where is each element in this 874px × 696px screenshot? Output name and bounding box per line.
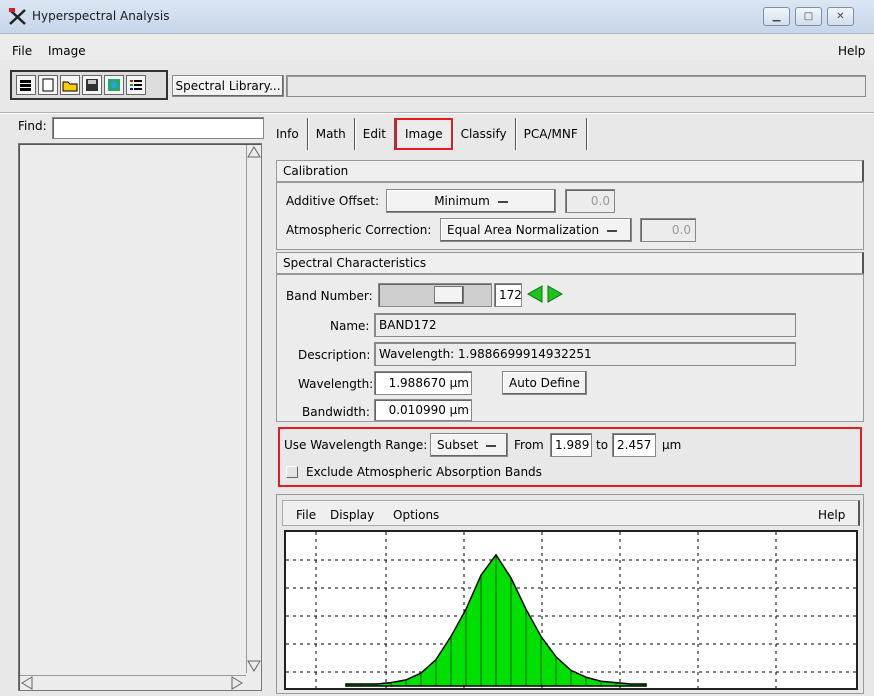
- tab-pca-mnf[interactable]: PCA/MNF: [516, 118, 587, 150]
- maximize-button[interactable]: □: [795, 7, 822, 26]
- menu-file[interactable]: File: [12, 44, 32, 58]
- additive-offset-value: Minimum: [434, 194, 490, 208]
- wavelength-range-mode: Subset: [437, 438, 479, 452]
- list-icon: [130, 80, 142, 90]
- spectral-characteristics-header: Spectral Characteristics: [276, 252, 864, 274]
- find-label: Find:: [18, 119, 47, 133]
- open-folder-tool-button[interactable]: [60, 75, 80, 95]
- find-input[interactable]: [52, 117, 264, 139]
- description-label: Description:: [298, 348, 371, 362]
- tab-info[interactable]: Info: [268, 118, 308, 150]
- tab-math[interactable]: Math: [308, 118, 355, 150]
- spectral-library-button[interactable]: Spectral Library...: [172, 75, 284, 97]
- exclude-absorption-checkbox[interactable]: [286, 466, 298, 478]
- plot-menu-file[interactable]: File: [296, 508, 316, 522]
- menu-help[interactable]: Help: [838, 44, 865, 58]
- open-folder-icon: [62, 81, 78, 92]
- calibration-header: Calibration: [276, 160, 864, 182]
- range-unit: µm: [662, 438, 682, 452]
- save-icon: [86, 79, 98, 91]
- list-tool-button[interactable]: [126, 75, 146, 95]
- band-slider-thumb[interactable]: [434, 286, 464, 304]
- name-label: Name:: [330, 319, 370, 333]
- name-field[interactable]: BAND172: [374, 313, 796, 337]
- description-field[interactable]: Wavelength: 1.9886699914932251: [374, 342, 796, 366]
- tab-classify[interactable]: Classify: [453, 118, 516, 150]
- toolbar-divider: [0, 112, 874, 114]
- from-field[interactable]: 1.989: [550, 433, 592, 457]
- exclude-absorption-label: Exclude Atmospheric Absorption Bands: [306, 465, 542, 479]
- histogram-plot[interactable]: [284, 530, 858, 690]
- hscroll-arrows-icon: [21, 676, 243, 690]
- minimize-icon: ▁: [772, 11, 781, 22]
- additive-offset-label: Additive Offset:: [286, 194, 379, 208]
- vertical-scrollbar[interactable]: [246, 145, 261, 673]
- additive-offset-dropdown[interactable]: Minimum: [386, 189, 556, 213]
- image-icon: [108, 79, 120, 91]
- bandwidth-label: Bandwidth:: [302, 405, 370, 419]
- atmospheric-correction-value: Equal Area Normalization: [447, 223, 600, 237]
- plot-menu-options[interactable]: Options: [393, 508, 439, 522]
- menu-bar: [0, 34, 874, 60]
- app-logo-icon: [8, 7, 28, 27]
- tab-image[interactable]: Image: [395, 118, 453, 150]
- save-tool-button[interactable]: [82, 75, 102, 95]
- tab-bar: Info Math Edit Image Classify PCA/MNF: [268, 118, 587, 152]
- close-icon: ✕: [836, 11, 845, 22]
- band-number-field[interactable]: 172: [494, 283, 522, 307]
- from-label: From: [514, 438, 544, 452]
- atmospheric-correction-dropdown[interactable]: Equal Area Normalization: [440, 218, 632, 242]
- previous-band-button[interactable]: [526, 284, 544, 307]
- image-tool-button[interactable]: [104, 75, 124, 95]
- wavelength-range-dropdown[interactable]: Subset: [430, 433, 508, 457]
- close-button[interactable]: ✕: [827, 7, 854, 26]
- menu-image[interactable]: Image: [48, 44, 86, 58]
- maximize-icon: □: [803, 11, 814, 22]
- atmospheric-correction-number[interactable]: 0.0: [640, 218, 696, 242]
- band-number-label: Band Number:: [286, 289, 373, 303]
- use-wavelength-range-label: Use Wavelength Range:: [284, 438, 428, 452]
- histogram-svg: [286, 532, 856, 688]
- band-slider[interactable]: [378, 283, 492, 307]
- atmospheric-correction-label: Atmospheric Correction:: [286, 223, 432, 237]
- band-list[interactable]: [18, 143, 262, 691]
- new-file-icon: [42, 78, 54, 92]
- next-band-button[interactable]: [546, 284, 564, 307]
- plot-menu-display[interactable]: Display: [330, 508, 374, 522]
- layers-tool-button[interactable]: [16, 75, 36, 95]
- tool-group: [10, 70, 168, 100]
- wavelength-label: Wavelength:: [298, 377, 374, 391]
- window-title: Hyperspectral Analysis: [32, 9, 170, 23]
- minimize-button[interactable]: ▁: [763, 7, 790, 26]
- plot-menu-help[interactable]: Help: [818, 508, 845, 522]
- bandwidth-field[interactable]: 0.010990 µm: [374, 399, 472, 421]
- to-field[interactable]: 2.457: [612, 433, 656, 457]
- new-file-tool-button[interactable]: [38, 75, 58, 95]
- wavelength-field[interactable]: 1.988670 µm: [374, 371, 472, 395]
- arrow-left-icon: [526, 285, 543, 303]
- to-label: to: [596, 438, 609, 452]
- layers-icon: [20, 80, 31, 91]
- auto-define-button[interactable]: Auto Define: [502, 371, 587, 395]
- scrollbar-arrows-icon: [247, 146, 261, 672]
- tab-edit[interactable]: Edit: [355, 118, 395, 150]
- additive-offset-number[interactable]: 0.0: [565, 189, 615, 213]
- arrow-right-icon: [547, 285, 564, 303]
- horizontal-scrollbar[interactable]: [20, 675, 246, 690]
- spectral-library-field[interactable]: [286, 75, 866, 97]
